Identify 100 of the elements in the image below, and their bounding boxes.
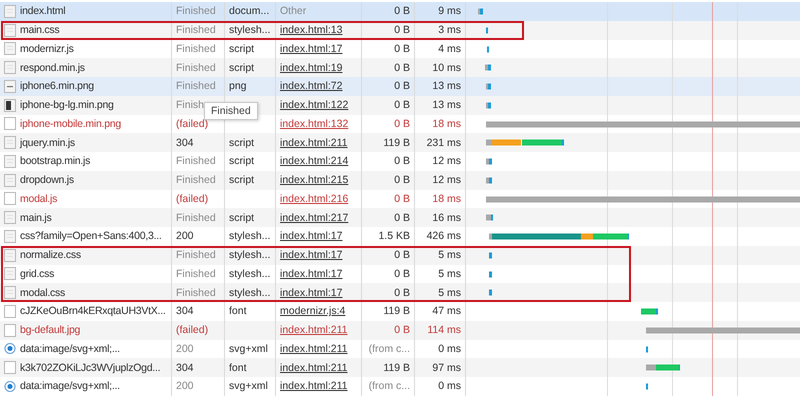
table-row[interactable]: modal.css Finished stylesh... index.html:17 0 B 5 ms — [0, 283, 800, 302]
file-name[interactable]: main.js — [20, 212, 52, 224]
type-text: script — [229, 136, 254, 149]
table-row[interactable]: main.js Finished script index.html:217 0 B 16 ms — [0, 208, 800, 227]
file-name[interactable]: dropdown.js — [20, 174, 74, 186]
file-name[interactable]: bg-default.jpg — [20, 324, 80, 336]
file-name[interactable]: css?family=Open+Sans:400,3... — [20, 230, 162, 242]
file-name[interactable]: modernizr.js — [20, 42, 74, 55]
type-text: script — [229, 155, 254, 168]
file-name[interactable]: modal.js — [20, 192, 58, 205]
time-text: 97 ms — [432, 362, 461, 374]
initiator-link[interactable]: index.html:17 — [280, 42, 342, 55]
time-text: 18 ms — [432, 192, 461, 205]
status-text: (failed) — [176, 118, 208, 130]
size-text: 0 B — [394, 80, 410, 92]
timing-bar — [485, 64, 491, 71]
initiator-link[interactable]: index.html:211 — [280, 380, 348, 392]
type-text: svg+xml — [229, 380, 268, 392]
type-text: script — [229, 42, 254, 55]
file-name[interactable]: data:image/svg+xml;... — [20, 380, 120, 392]
type-text: svg+xml — [229, 342, 268, 355]
file-name[interactable]: data:image/svg+xml;... — [20, 342, 120, 355]
initiator-link[interactable]: index.html:211 — [280, 324, 348, 336]
file-name[interactable]: iphone-bg-lg.min.png — [20, 99, 114, 112]
timing-bar — [478, 8, 483, 14]
table-row[interactable]: dropdown.js Finished script index.html:215 0 B 12 ms — [0, 170, 800, 190]
table-row[interactable]: k3k702ZOKiLJc3WVjuplzOgd... 304 font index.html:211 119 B 97 ms — [0, 358, 800, 377]
file-name[interactable]: normalize.css — [20, 249, 81, 262]
type-text: font — [229, 305, 247, 318]
time-text: 47 ms — [432, 305, 461, 318]
initiator-link[interactable]: index.html:13 — [280, 24, 342, 36]
table-row[interactable]: respond.min.js Finished script index.html:19 0 B 10 ms — [0, 58, 800, 77]
file-name[interactable]: jquery.min.js — [20, 136, 75, 149]
size-text: 0 B — [394, 62, 410, 74]
time-text: 12 ms — [432, 155, 461, 168]
file-name[interactable]: grid.css — [20, 268, 54, 280]
time-text: 9 ms — [438, 5, 461, 18]
file-name[interactable]: iphone6.min.png — [20, 80, 94, 92]
size-text: 0 B — [394, 42, 410, 55]
status-text: Finished — [176, 24, 216, 36]
initiator-text: Other — [280, 5, 306, 18]
status-text: Finished — [176, 155, 216, 168]
initiator-link[interactable]: index.html:211 — [280, 342, 348, 355]
table-row[interactable]: index.html Finished docum... Other 0 B 9 ms — [0, 2, 800, 21]
size-text: 0 B — [394, 174, 410, 186]
file-name[interactable]: bootstrap.min.js — [20, 155, 90, 168]
file-name[interactable]: k3k702ZOKiLJc3WVjuplzOgd... — [20, 362, 160, 374]
initiator-link[interactable]: index.html:211 — [280, 136, 348, 149]
initiator-link[interactable]: modernizr.js:4 — [280, 305, 346, 318]
size-text: 1.5 KB — [378, 230, 410, 242]
initiator-link[interactable]: index.html:19 — [280, 62, 342, 74]
timing-bar — [641, 308, 658, 314]
initiator-link[interactable]: index.html:216 — [280, 192, 348, 205]
size-text: 0 B — [394, 324, 410, 336]
type-text: png — [229, 80, 247, 92]
size-text: 0 B — [394, 192, 410, 205]
time-text: 4 ms — [438, 42, 461, 55]
type-text: stylesh... — [229, 268, 270, 280]
file-name[interactable]: cJZKeOuBrn4kERxqtaUH3VtX... — [20, 305, 166, 318]
table-row[interactable]: iphone6.min.png Finished png index.html:72 0 B 13 ms — [0, 77, 800, 96]
size-text: 119 B — [383, 136, 410, 149]
initiator-link[interactable]: index.html:72 — [280, 80, 342, 92]
file-name[interactable]: respond.min.js — [20, 62, 85, 74]
initiator-link[interactable]: index.html:122 — [280, 99, 348, 112]
initiator-link[interactable]: index.html:214 — [280, 155, 348, 168]
initiator-link[interactable]: index.html:217 — [280, 212, 348, 224]
initiator-link[interactable]: index.html:132 — [280, 118, 348, 130]
initiator-link[interactable]: index.html:17 — [280, 249, 342, 262]
time-text: 13 ms — [432, 99, 461, 112]
status-text: 304 — [176, 136, 194, 149]
size-text: 0 B — [394, 118, 410, 130]
size-text: 0 B — [394, 99, 410, 112]
status-text: 200 — [176, 342, 194, 355]
time-text: 426 ms — [426, 230, 461, 242]
time-text: 12 ms — [432, 174, 461, 186]
timing-bar — [486, 102, 491, 108]
file-name[interactable]: index.html — [20, 5, 66, 18]
initiator-link[interactable]: index.html:17 — [280, 286, 342, 299]
status-text: (failed) — [176, 192, 208, 205]
size-text: 0 B — [394, 5, 410, 18]
time-text: 0 ms — [438, 342, 461, 355]
type-text: stylesh... — [229, 249, 270, 262]
file-name[interactable]: main.css — [20, 24, 60, 36]
initiator-link[interactable]: index.html:215 — [280, 174, 348, 186]
table-row[interactable]: jquery.min.js 304 script index.html:211 119 B 231 ms — [0, 133, 800, 152]
status-text: 304 — [176, 362, 194, 374]
initiator-link[interactable]: index.html:17 — [280, 230, 342, 242]
table-row[interactable]: bg-default.jpg (failed) index.html:211 0 B 114 ms — [0, 320, 800, 340]
size-text: 0 B — [394, 212, 410, 224]
file-name[interactable]: modal.css — [20, 286, 66, 299]
initiator-link[interactable]: index.html:17 — [280, 268, 342, 280]
type-text: script — [229, 212, 254, 224]
timing-bar — [486, 158, 492, 164]
tooltip: Finished — [204, 102, 258, 120]
status-text: Finished — [176, 80, 216, 92]
status-text: Finished — [176, 174, 216, 186]
initiator-link[interactable]: index.html:211 — [280, 362, 348, 374]
file-name[interactable]: iphone-mobile.min.png — [20, 118, 121, 130]
size-text: (from c... — [368, 380, 410, 392]
size-text: 0 B — [394, 286, 410, 299]
